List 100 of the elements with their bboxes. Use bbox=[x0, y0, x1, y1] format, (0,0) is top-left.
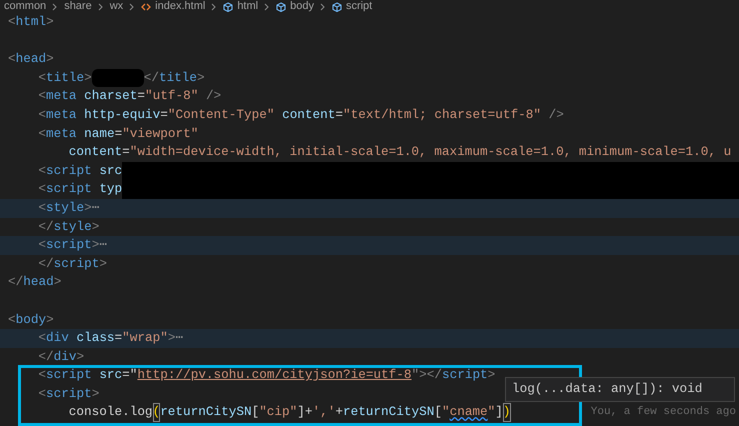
tag-name: script bbox=[442, 366, 488, 384]
code-token: > bbox=[92, 384, 100, 403]
code-token: [ bbox=[434, 403, 442, 422]
code-token: < bbox=[8, 50, 16, 68]
fold-ellipsis[interactable]: ⋯ bbox=[175, 329, 184, 348]
tag-name: script bbox=[54, 254, 100, 273]
breadcrumb-item[interactable]: share bbox=[64, 0, 92, 13]
code-token: = bbox=[114, 329, 122, 348]
chevron-icon bbox=[264, 2, 270, 10]
code-token: < bbox=[38, 236, 46, 254]
attribute-name: http-equiv bbox=[83, 106, 160, 124]
code-token: </ bbox=[38, 348, 54, 366]
matched-bracket: ) bbox=[502, 403, 511, 422]
variable-name: returnCitySN bbox=[342, 403, 434, 422]
code-token: </ bbox=[38, 254, 54, 273]
code-token: < bbox=[38, 366, 46, 384]
tag-name: html bbox=[16, 13, 46, 31]
string-literal: "wrap" bbox=[122, 329, 168, 348]
code-token: < bbox=[38, 384, 46, 403]
code-token: < bbox=[38, 162, 46, 180]
tag-name: script bbox=[46, 180, 92, 198]
breadcrumb-item[interactable]: common bbox=[4, 0, 46, 13]
code-token: > bbox=[84, 68, 92, 87]
code-token: > bbox=[76, 348, 84, 366]
code-brackets-icon bbox=[141, 2, 152, 10]
string-literal: cname bbox=[450, 403, 488, 422]
code-token: /> bbox=[204, 87, 222, 106]
hover-tooltip: log(...data: any[]): void bbox=[505, 377, 735, 402]
code-token: </ bbox=[144, 68, 159, 87]
code-token: > bbox=[197, 68, 205, 87]
code-token: ]+ bbox=[297, 403, 312, 422]
url-link[interactable]: http://pv.sohu.com/cityjson?ie=utf-8 bbox=[137, 366, 412, 385]
tag-name: meta bbox=[46, 124, 76, 143]
code-token: "></ bbox=[412, 366, 442, 384]
code-token: < bbox=[38, 106, 46, 124]
code-token: + bbox=[335, 403, 343, 422]
redaction-block bbox=[92, 69, 144, 88]
code-token: < bbox=[38, 180, 46, 198]
code-token: > bbox=[84, 198, 92, 217]
chevron-icon bbox=[129, 2, 136, 10]
tag-name: div bbox=[46, 329, 69, 348]
tag-name: meta bbox=[46, 87, 76, 106]
string-literal: "viewport" bbox=[122, 124, 198, 143]
attribute-name: content bbox=[68, 143, 122, 162]
string-literal: "utf-8" bbox=[145, 87, 198, 106]
code-token: > bbox=[92, 218, 100, 236]
code-token: < bbox=[38, 68, 46, 87]
attribute-name: content bbox=[281, 106, 336, 124]
tag-name: div bbox=[54, 348, 76, 366]
tag-name: style bbox=[46, 198, 84, 217]
code-token: > bbox=[168, 329, 176, 348]
tag-name: title bbox=[46, 68, 84, 87]
breadcrumb-item[interactable]: body bbox=[290, 0, 314, 13]
code-token: console.log bbox=[68, 403, 153, 422]
tag-name: script bbox=[46, 366, 92, 384]
tag-name: title bbox=[158, 68, 198, 87]
tag-name: head bbox=[16, 50, 46, 68]
code-token: ] bbox=[495, 403, 503, 422]
tag-name: script bbox=[46, 384, 92, 403]
code-token: < bbox=[8, 13, 16, 31]
breadcrumb-item[interactable]: wx bbox=[110, 0, 124, 13]
fold-ellipsis[interactable]: ⋯ bbox=[92, 198, 100, 218]
string-literal: "width=device-width, initial-scale=1.0, maximum-scale=1.0, minimum-scale=1.0, u bbox=[130, 143, 732, 162]
code-token: > bbox=[92, 236, 100, 254]
code-token: [ bbox=[252, 403, 260, 422]
code-token: =" bbox=[122, 366, 138, 384]
code-token: > bbox=[46, 13, 54, 31]
string-literal: "cip" bbox=[259, 403, 298, 422]
code-token: > bbox=[488, 366, 496, 384]
code-token: > bbox=[54, 273, 62, 292]
code-token: </ bbox=[38, 218, 54, 236]
attribute-name: name bbox=[83, 124, 115, 143]
string-literal: "text/html; charset=utf-8" bbox=[343, 106, 541, 124]
breadcrumb-item[interactable]: script bbox=[346, 0, 372, 13]
chevron-icon bbox=[320, 2, 326, 10]
attribute-name: src bbox=[98, 366, 122, 384]
breadcrumb-item[interactable]: index.html bbox=[155, 0, 206, 13]
code-token: < bbox=[38, 198, 46, 217]
tag-name: script bbox=[46, 236, 92, 254]
code-token: </ bbox=[8, 273, 24, 292]
string-literal: " bbox=[442, 403, 450, 422]
cube-icon bbox=[332, 2, 342, 12]
cube-icon bbox=[276, 2, 286, 12]
string-literal: ',' bbox=[312, 403, 336, 422]
tag-name: script bbox=[46, 162, 92, 180]
code-token: > bbox=[46, 310, 54, 328]
tag-name: meta bbox=[46, 106, 76, 124]
attribute-name: src bbox=[98, 162, 122, 180]
code-token: < bbox=[38, 124, 46, 143]
code-token: = bbox=[114, 124, 122, 143]
chevron-icon bbox=[211, 2, 218, 10]
code-token: > bbox=[46, 50, 54, 68]
code-token: < bbox=[38, 87, 46, 106]
fold-ellipsis[interactable]: ⋯ bbox=[99, 236, 107, 255]
code-token: < bbox=[8, 310, 16, 328]
attribute-name: class bbox=[75, 329, 115, 348]
breadcrumb-item[interactable]: html bbox=[237, 0, 258, 13]
code-token: > bbox=[99, 254, 107, 273]
matched-bracket: ( bbox=[152, 403, 160, 422]
code-token: = bbox=[335, 106, 344, 124]
